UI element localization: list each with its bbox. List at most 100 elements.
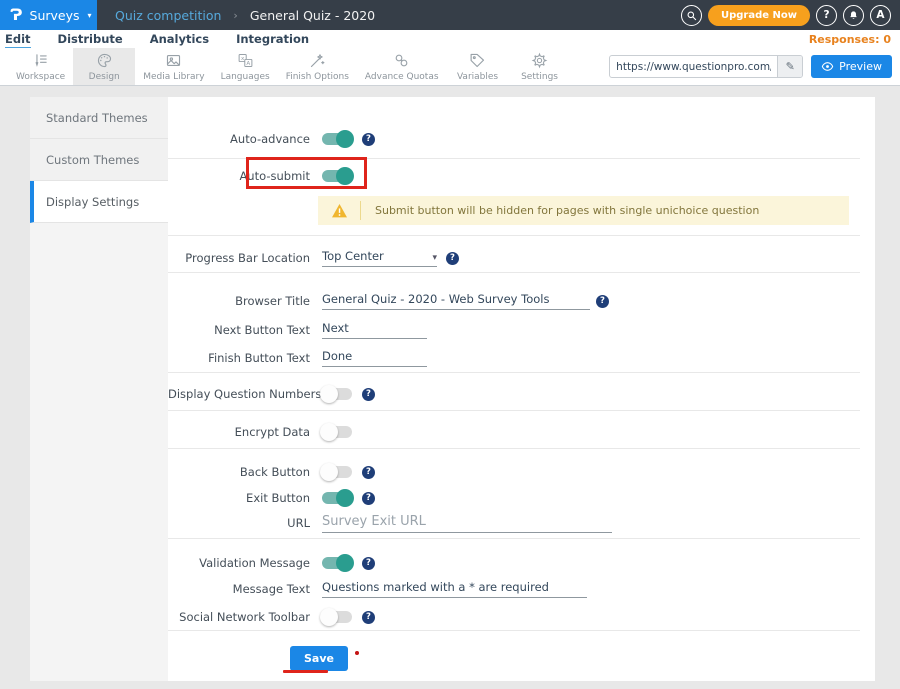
toolbar-item-finish-options[interactable]: Finish Options <box>278 48 357 85</box>
questionpro-logo-icon: Ɂ <box>10 7 23 23</box>
chevron-down-icon: ▾ <box>88 11 92 20</box>
toolbar-item-settings[interactable]: Settings <box>509 48 571 85</box>
survey-url-box: ✎ <box>609 55 803 78</box>
exit-button-help-icon[interactable]: ? <box>362 492 375 505</box>
progress-bar-location-label: Progress Bar Location <box>168 251 310 265</box>
avatar[interactable]: A <box>870 5 891 26</box>
finish-button-text-row: Finish Button Text <box>168 346 863 370</box>
progress-bar-location-select[interactable]: Top Center ▾ <box>322 249 437 267</box>
progress-bar-location-value: Top Center <box>322 249 384 263</box>
chevron-down-icon: ▾ <box>432 253 437 263</box>
back-button-toggle[interactable] <box>322 466 352 478</box>
tab-analytics[interactable]: Analytics <box>150 32 209 46</box>
display-question-numbers-toggle[interactable] <box>322 388 352 400</box>
message-text-row: Message Text <box>168 577 863 601</box>
warning-divider <box>360 201 361 220</box>
divider <box>168 158 860 159</box>
toolbar-item-workspace[interactable]: Workspace <box>8 48 73 85</box>
preview-button[interactable]: Preview <box>811 55 892 78</box>
gear-icon <box>531 52 548 69</box>
encrypt-data-label: Encrypt Data <box>168 425 310 439</box>
auto-advance-label: Auto-advance <box>168 132 310 146</box>
responses-count[interactable]: Responses: 0 <box>809 33 900 46</box>
breadcrumb-survey-name: General Quiz - 2020 <box>250 8 375 23</box>
divider <box>168 448 860 449</box>
exit-button-row: Exit Button ? <box>168 486 863 510</box>
exit-url-row: URL <box>168 510 863 536</box>
tab-edit[interactable]: Edit <box>5 32 31 46</box>
sidebar-item-display-settings[interactable]: Display Settings <box>30 181 168 223</box>
auto-advance-help-icon[interactable]: ? <box>362 133 375 146</box>
warning-text: Submit button will be hidden for pages w… <box>375 204 759 217</box>
toolbar-item-variables[interactable]: Variables <box>447 48 509 85</box>
message-text-label: Message Text <box>168 582 310 596</box>
back-button-help-icon[interactable]: ? <box>362 466 375 479</box>
divider <box>168 372 860 373</box>
translate-icon: x A <box>237 52 254 69</box>
breadcrumb: Quiz competition › General Quiz - 2020 <box>115 8 375 23</box>
divider <box>168 235 860 236</box>
social-network-toolbar-help-icon[interactable]: ? <box>362 611 375 624</box>
tab-distribute[interactable]: Distribute <box>58 32 123 46</box>
toolbar-item-media-library[interactable]: Media Library <box>135 48 212 85</box>
next-button-text-input[interactable] <box>322 321 427 339</box>
progress-bar-location-row: Progress Bar Location Top Center ▾ ? <box>168 246 863 270</box>
save-button[interactable]: Save <box>290 646 348 671</box>
auto-advance-row: Auto-advance ? <box>168 127 863 151</box>
sidebar-item-custom-themes[interactable]: Custom Themes <box>30 139 168 181</box>
divider <box>168 272 860 273</box>
help-menu-icon[interactable]: ? <box>816 5 837 26</box>
auto-submit-row: Auto-submit <box>168 164 863 188</box>
auto-submit-warning-banner: Submit button will be hidden for pages w… <box>318 196 849 225</box>
search-icon[interactable] <box>681 5 702 26</box>
validation-message-toggle[interactable] <box>322 557 352 569</box>
chain-links-icon <box>393 52 410 69</box>
display-question-numbers-help-icon[interactable]: ? <box>362 388 375 401</box>
validation-message-help-icon[interactable]: ? <box>362 557 375 570</box>
survey-url-input[interactable] <box>610 61 777 73</box>
edit-url-pencil-icon[interactable]: ✎ <box>777 56 802 77</box>
themes-sidebar: Standard Themes Custom Themes Display Se… <box>30 97 168 681</box>
social-network-toolbar-row: Social Network Toolbar ? <box>168 605 863 629</box>
toolbar-item-advance-quotas[interactable]: Advance Quotas <box>357 48 447 85</box>
exit-button-toggle[interactable] <box>322 492 352 504</box>
tag-icon <box>469 52 486 69</box>
divider <box>168 410 860 411</box>
exit-url-label: URL <box>168 516 310 530</box>
display-question-numbers-label: Display Question Numbers <box>168 387 310 401</box>
auto-submit-toggle[interactable] <box>322 170 352 182</box>
top-header-bar: Ɂ Surveys ▾ Quiz competition › General Q… <box>0 0 900 30</box>
back-button-label: Back Button <box>168 465 310 479</box>
exit-button-label: Exit Button <box>168 491 310 505</box>
divider <box>168 538 860 539</box>
divider <box>168 630 860 631</box>
encrypt-data-toggle[interactable] <box>322 426 352 438</box>
toolbar-item-languages[interactable]: x A Languages <box>213 48 278 85</box>
browser-title-input[interactable] <box>322 292 590 310</box>
exit-url-input[interactable] <box>322 514 612 533</box>
notifications-bell-icon[interactable] <box>843 5 864 26</box>
sidebar-item-standard-themes[interactable]: Standard Themes <box>30 97 168 139</box>
browser-title-help-icon[interactable]: ? <box>596 295 609 308</box>
magic-wand-icon <box>309 52 326 69</box>
svg-text:A: A <box>246 61 250 67</box>
progress-bar-help-icon[interactable]: ? <box>446 252 459 265</box>
survey-nav-bar: Edit Distribute Analytics Integration Re… <box>0 30 900 48</box>
upgrade-now-button[interactable]: Upgrade Now <box>708 5 810 26</box>
breadcrumb-workspace[interactable]: Quiz competition <box>115 8 221 23</box>
browser-title-row: Browser Title ? <box>168 289 863 313</box>
survey-link-group: ✎ Preview <box>609 48 900 85</box>
auto-advance-toggle[interactable] <box>322 133 352 145</box>
palette-icon <box>96 52 113 69</box>
surveys-product-menu[interactable]: Ɂ Surveys ▾ <box>0 0 97 30</box>
auto-submit-label: Auto-submit <box>168 169 310 183</box>
warning-triangle-icon <box>318 203 360 218</box>
toolbar-item-design[interactable]: Design <box>73 48 135 85</box>
message-text-input[interactable] <box>322 580 587 598</box>
validation-message-label: Validation Message <box>168 556 310 570</box>
eye-icon <box>821 60 834 73</box>
finish-button-text-input[interactable] <box>322 349 427 367</box>
product-label: Surveys <box>30 8 80 23</box>
tab-integration[interactable]: Integration <box>236 32 309 46</box>
social-network-toolbar-toggle[interactable] <box>322 611 352 623</box>
